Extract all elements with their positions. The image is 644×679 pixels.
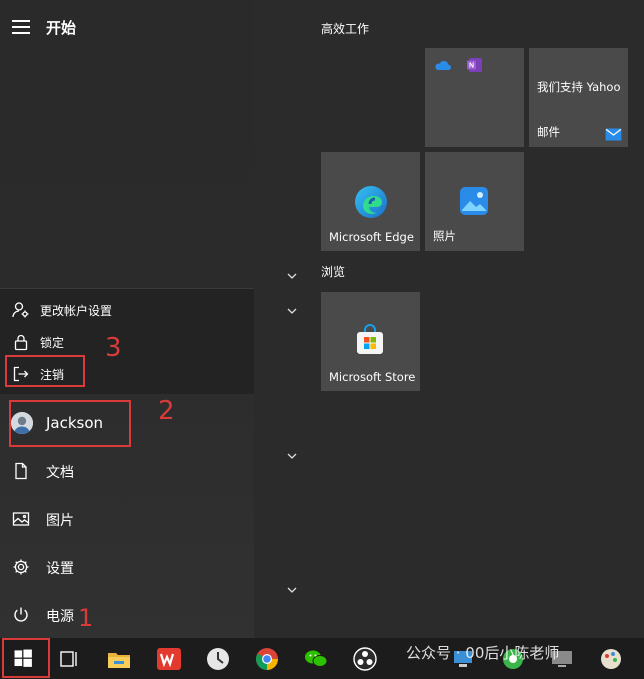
lock-icon bbox=[14, 334, 28, 351]
edge-icon bbox=[355, 186, 387, 218]
nav-power[interactable]: 电源 bbox=[0, 595, 254, 635]
tile-store-label: Microsoft Store bbox=[329, 370, 416, 384]
annotation-box-user bbox=[9, 400, 131, 447]
tile-store[interactable]: Microsoft Store bbox=[321, 292, 420, 391]
annotation-box-sign-out bbox=[5, 355, 85, 387]
nav-power-label: 电源 bbox=[46, 609, 74, 625]
chevron-down-icon[interactable] bbox=[286, 452, 298, 460]
change-account-settings-label: 更改帐户设置 bbox=[40, 304, 113, 318]
annotation-number-3: 3 bbox=[105, 333, 122, 363]
task-view-icon[interactable] bbox=[56, 646, 82, 672]
gear-icon bbox=[13, 559, 29, 575]
chevron-down-icon[interactable] bbox=[286, 307, 298, 315]
tile-mail[interactable]: 我们支持 Yahoo 邮件 bbox=[529, 48, 628, 147]
group-title-productivity: 高效工作 bbox=[321, 22, 370, 36]
nav-documents-label: 文档 bbox=[46, 465, 74, 481]
start-left-pane: 开始 更改帐户设置 锁定 注销 Jackson 文档 图片 设置 电源 bbox=[0, 0, 254, 638]
picture-icon bbox=[12, 512, 30, 526]
watermark-text: 公众号 · 00后小陈老师 bbox=[406, 644, 560, 662]
svg-text:N: N bbox=[469, 63, 474, 70]
photos-icon bbox=[460, 187, 488, 215]
wechat-icon[interactable] bbox=[303, 646, 329, 672]
yahoo-support-text: 我们支持 Yahoo bbox=[537, 80, 621, 94]
tile-edge[interactable]: Microsoft Edge bbox=[321, 152, 420, 251]
annotation-box-start bbox=[2, 638, 50, 678]
nav-pictures[interactable]: 图片 bbox=[0, 499, 254, 539]
change-account-settings-item[interactable]: 更改帐户设置 bbox=[0, 295, 254, 325]
lock-label: 锁定 bbox=[40, 336, 65, 350]
tile-mail-label: 邮件 bbox=[537, 125, 560, 139]
mail-icon bbox=[605, 128, 622, 141]
tile-photos-label: 照片 bbox=[433, 229, 456, 243]
nav-pictures-label: 图片 bbox=[46, 513, 74, 529]
power-icon bbox=[14, 607, 28, 622]
tile-office-group[interactable]: N bbox=[425, 48, 524, 147]
onenote-icon: N bbox=[467, 58, 482, 72]
group-title-browse: 浏览 bbox=[321, 265, 346, 279]
file-explorer-icon[interactable] bbox=[106, 646, 132, 672]
document-icon bbox=[15, 462, 27, 480]
hamburger-menu-icon[interactable] bbox=[12, 20, 30, 34]
onedrive-icon bbox=[435, 60, 451, 70]
nav-documents[interactable]: 文档 bbox=[0, 451, 254, 491]
start-title: 开始 bbox=[46, 19, 77, 37]
tile-photos[interactable]: 照片 bbox=[425, 152, 524, 251]
chrome-icon[interactable] bbox=[254, 646, 280, 672]
obs-icon[interactable] bbox=[352, 646, 378, 672]
wps-office-icon[interactable] bbox=[156, 646, 182, 672]
start-header: 开始 bbox=[0, 0, 254, 54]
lock-item[interactable]: 锁定 bbox=[0, 327, 254, 357]
nav-settings[interactable]: 设置 bbox=[0, 547, 254, 587]
paint-app-icon[interactable] bbox=[598, 646, 624, 672]
clock-app-icon[interactable] bbox=[205, 646, 231, 672]
store-icon bbox=[357, 324, 383, 354]
chevron-down-icon[interactable] bbox=[286, 272, 298, 280]
nav-settings-label: 设置 bbox=[46, 561, 74, 577]
annotation-number-1: 1 bbox=[78, 604, 94, 632]
chevron-down-icon[interactable] bbox=[286, 586, 298, 594]
annotation-number-2: 2 bbox=[158, 396, 175, 426]
user-gear-icon bbox=[12, 302, 29, 318]
tile-edge-label: Microsoft Edge bbox=[329, 230, 414, 244]
